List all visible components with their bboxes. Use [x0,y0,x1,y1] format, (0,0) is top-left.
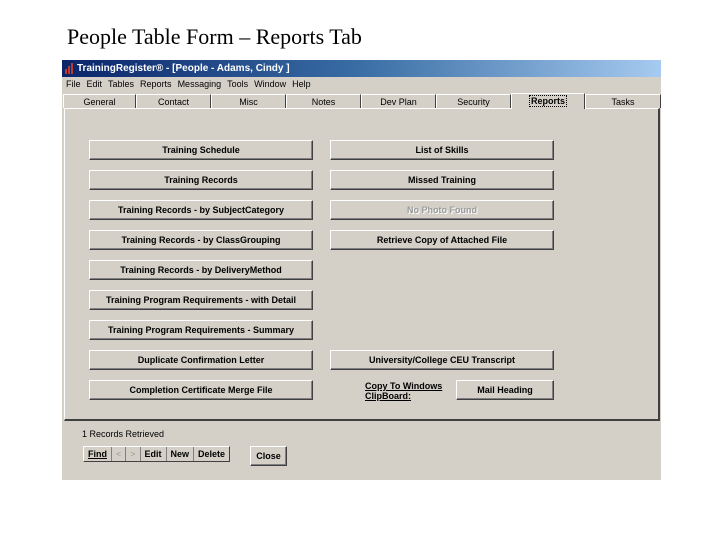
clipboard-label-line1: Copy To Windows [365,381,443,391]
mail-heading-button[interactable]: Mail Heading [456,380,554,400]
menu-file[interactable]: File [62,77,84,92]
tab-security[interactable]: Security [436,94,511,108]
tab-label: Misc [239,97,258,107]
menu-tables[interactable]: Tables [105,77,137,92]
edit-button[interactable]: Edit [141,447,167,461]
menu-reports[interactable]: Reports [137,77,175,92]
delete-button[interactable]: Delete [194,447,229,461]
close-button[interactable]: Close [250,446,287,466]
retrieve-attached-file-button[interactable]: Retrieve Copy of Attached File [330,230,554,250]
reports-panel: Training Schedule Training Records Train… [64,108,660,421]
tab-misc[interactable]: Misc [211,94,286,108]
tab-label: Dev Plan [380,97,417,107]
ceu-transcript-button[interactable]: University/College CEU Transcript [330,350,554,370]
tab-general[interactable]: General [63,94,136,108]
tab-label: Contact [157,97,190,107]
training-records-by-class-button[interactable]: Training Records - by ClassGrouping [89,230,313,250]
program-requirements-detail-button[interactable]: Training Program Requirements - with Det… [89,290,313,310]
window-title: TrainingRegister® - [People - Adams, Cin… [77,63,290,74]
program-requirements-summary-button[interactable]: Training Program Requirements - Summary [89,320,313,340]
copy-to-clipboard-label[interactable]: Copy To Windows ClipBoard: [365,381,442,401]
menu-window[interactable]: Window [251,77,289,92]
records-status: 1 Records Retrieved [82,429,165,439]
tab-dev-plan[interactable]: Dev Plan [361,94,436,108]
menu-bar: File Edit Tables Reports Messaging Tools Windo… [62,77,661,92]
next-record-button[interactable]: > [126,447,141,461]
tab-contact[interactable]: Contact [136,94,211,108]
record-nav-bar: Find < > Edit New Delete [83,446,231,462]
app-logo-icon [65,63,75,74]
app-window: TrainingRegister® - [People - Adams, Cin… [62,60,661,480]
tab-notes[interactable]: Notes [286,94,361,108]
find-button[interactable]: Find [84,447,112,461]
completion-certificate-button[interactable]: Completion Certificate Merge File [89,380,313,400]
menu-edit[interactable]: Edit [84,77,106,92]
training-records-by-delivery-button[interactable]: Training Records - by DeliveryMethod [89,260,313,280]
tab-label: Tasks [611,97,635,107]
tab-reports[interactable]: Reports [511,93,585,109]
title-bar: TrainingRegister® - [People - Adams, Cin… [62,60,661,77]
training-records-by-subject-button[interactable]: Training Records - by SubjectCategory [89,200,313,220]
training-records-button[interactable]: Training Records [89,170,313,190]
tab-label: General [83,97,116,107]
no-photo-found-button: No Photo Found [330,200,554,220]
training-schedule-button[interactable]: Training Schedule [89,140,313,160]
list-of-skills-button[interactable]: List of Skills [330,140,554,160]
tab-tasks[interactable]: Tasks [585,94,661,108]
menu-tools[interactable]: Tools [224,77,251,92]
tab-label: Reports [528,95,567,107]
tab-label: Security [457,97,490,107]
slide-title: People Table Form – Reports Tab [67,24,362,49]
menu-messaging[interactable]: Messaging [175,77,225,92]
tab-label: Notes [311,97,336,107]
menu-help[interactable]: Help [289,77,314,92]
previous-record-button[interactable]: < [112,447,127,461]
tab-strip: General Contact Misc Notes Dev Plan Secu… [63,93,661,109]
new-button[interactable]: New [167,447,195,461]
clipboard-label-line2: ClipBoard: [365,391,411,401]
missed-training-button[interactable]: Missed Training [330,170,554,190]
duplicate-confirmation-button[interactable]: Duplicate Confirmation Letter [89,350,313,370]
